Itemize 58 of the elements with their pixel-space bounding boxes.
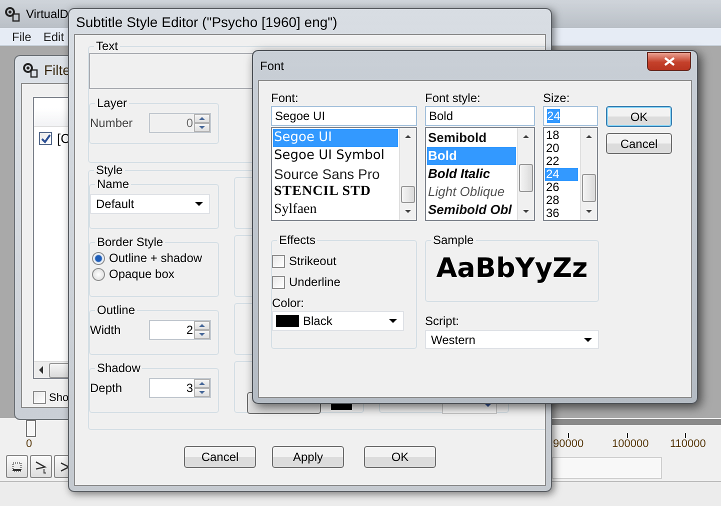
window-title: Subtitle Style Editor ("Psycho [1960] eng") bbox=[76, 14, 338, 30]
dialog-button[interactable]: Apply bbox=[272, 446, 344, 468]
window-title: VirtualD bbox=[26, 7, 68, 21]
font-size-item[interactable]: 26 bbox=[545, 181, 578, 194]
script-dropdown[interactable]: Western bbox=[425, 330, 599, 349]
window-title: Font bbox=[260, 58, 284, 72]
radio-label: Opaque box bbox=[109, 267, 174, 281]
font-item[interactable]: Source Sans Pro bbox=[273, 165, 398, 183]
dialog-button[interactable]: OK bbox=[364, 446, 436, 468]
number-spinner[interactable]: 3 bbox=[149, 378, 211, 398]
checkbox-label: Strikeout bbox=[289, 254, 336, 268]
field-label: Size: bbox=[543, 91, 571, 106]
checkbox-label: Sho bbox=[49, 392, 69, 404]
field-label: Font style: bbox=[425, 91, 482, 106]
number-spinner[interactable]: 2 bbox=[149, 320, 211, 340]
font-name-field[interactable]: Segoe UI bbox=[271, 106, 417, 126]
font-size-item[interactable]: 22 bbox=[545, 155, 578, 168]
radio-label: Outline + shadow bbox=[109, 251, 202, 265]
group-title: Text bbox=[95, 39, 120, 53]
font-style-item[interactable]: Semibold bbox=[427, 129, 516, 147]
color-dropdown[interactable]: Black bbox=[272, 311, 404, 331]
sample-text: AaBbYyZz bbox=[435, 252, 589, 284]
font-size-item[interactable]: 36 bbox=[545, 207, 578, 220]
group-title: Outline bbox=[96, 303, 136, 317]
font-size-item[interactable]: 18 bbox=[545, 129, 578, 142]
group-title: Sample bbox=[432, 233, 475, 247]
font-item[interactable]: Sylfaen bbox=[273, 201, 398, 219]
style-dropdown[interactable]: Default bbox=[90, 194, 210, 214]
font-style-field[interactable]: Bold bbox=[425, 106, 535, 126]
field-label: Script: bbox=[425, 314, 460, 329]
group-title: Style bbox=[95, 163, 124, 177]
group-title: Effects bbox=[278, 233, 316, 247]
font-size-item[interactable]: 20 bbox=[545, 142, 578, 155]
field-label: Color: bbox=[272, 296, 306, 311]
font-item[interactable]: STENCIL STD bbox=[273, 183, 398, 201]
checkbox-label: Underline bbox=[289, 275, 340, 289]
field-label: Font: bbox=[271, 91, 300, 106]
menu-item[interactable]: Edit bbox=[43, 30, 64, 44]
font-style-item[interactable]: Semibold Obl bbox=[427, 201, 516, 219]
field-label: Depth bbox=[90, 381, 122, 395]
ruler-label: 100000 bbox=[612, 438, 649, 450]
group-title: Border Style bbox=[96, 235, 164, 249]
group-title: Layer bbox=[96, 96, 128, 110]
font-style-item[interactable]: Bold Italic bbox=[427, 165, 516, 183]
field-label: Width bbox=[90, 323, 121, 337]
dialog-button[interactable]: Cancel bbox=[184, 446, 256, 468]
ruler-label: 110000 bbox=[670, 438, 706, 450]
font-size-item[interactable]: 28 bbox=[545, 194, 578, 207]
dialog-button[interactable]: Cancel bbox=[606, 133, 672, 154]
font-item[interactable]: Segoe UI Symbol bbox=[273, 147, 398, 165]
field-label: Number bbox=[90, 116, 133, 130]
font-style-item[interactable]: Light Oblique bbox=[427, 183, 516, 201]
group-title: Name bbox=[96, 177, 130, 191]
ruler-label: 0 bbox=[26, 438, 32, 450]
dialog-button[interactable]: OK bbox=[606, 106, 672, 127]
menu-item[interactable]: File bbox=[12, 30, 32, 44]
ruler-label: 90000 bbox=[553, 438, 584, 450]
group-title: Shadow bbox=[96, 361, 142, 375]
